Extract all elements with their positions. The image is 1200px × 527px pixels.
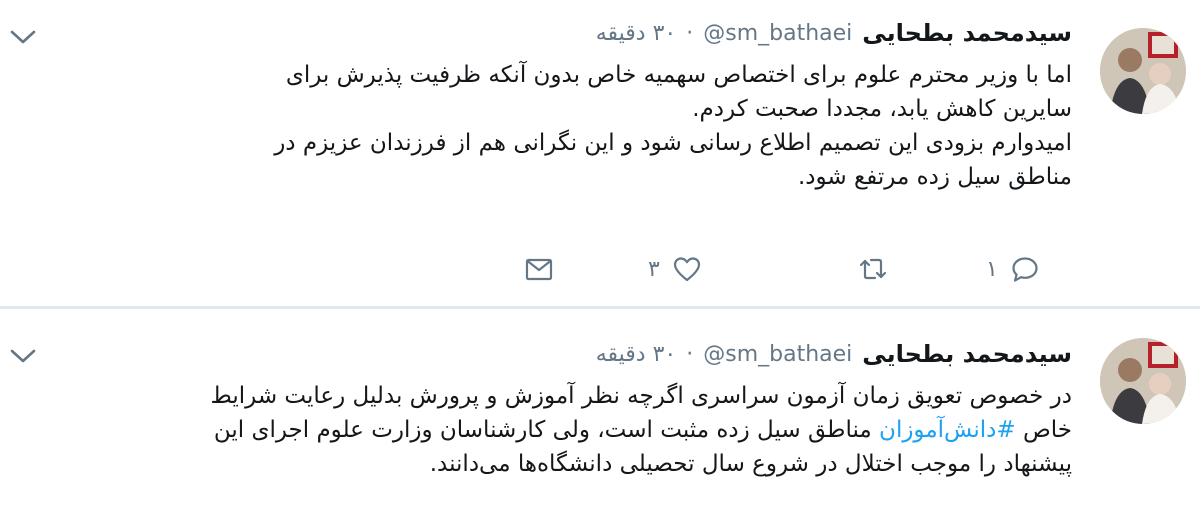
avatar-photo <box>1100 28 1186 114</box>
separator-dot: · <box>686 341 694 367</box>
message-button[interactable] <box>524 252 554 286</box>
like-button[interactable]: ۳ <box>648 252 702 286</box>
tweet-text: در خصوص تعویق زمان آزمون سراسری اگرچه نظ… <box>34 379 1073 481</box>
tweet-text: اما با وزیر محترم علوم برای اختصاص سهمیه… <box>34 58 1072 194</box>
tweet-line: سایرین کاهش یابد، مجددا صحبت کردم. <box>692 96 1072 122</box>
retweet-icon <box>858 254 888 284</box>
tweet-line: اما با وزیر محترم علوم برای اختصاص سهمیه… <box>285 62 1072 88</box>
tweet-header: سیدمحمد بطحایی @sm_bathaei · ۳۰ دقیقه <box>596 337 1072 371</box>
chevron-down-icon[interactable] <box>8 345 38 367</box>
tweet-line: مناطق سیل زده مرتفع شود. <box>797 164 1072 190</box>
tweet-actions: ۳ ۱ <box>0 252 1200 286</box>
text-segment: خاص <box>1015 417 1072 443</box>
author-name[interactable]: سیدمحمد بطحایی <box>862 19 1072 47</box>
tweet[interactable]: سیدمحمد بطحایی @sm_bathaei · ۳۰ دقیقه در… <box>0 309 1200 527</box>
chevron-down-icon[interactable] <box>8 26 38 48</box>
tweet-header: سیدمحمد بطحایی @sm_bathaei · ۳۰ دقیقه <box>596 16 1072 50</box>
retweet-button[interactable] <box>858 252 888 286</box>
separator-dot: · <box>686 20 694 46</box>
timestamp[interactable]: ۳۰ دقیقه <box>596 21 677 46</box>
avatar[interactable] <box>1100 338 1186 424</box>
author-handle[interactable]: @sm_bathaei <box>703 342 852 367</box>
reply-count: ۱ <box>986 256 998 282</box>
tweet-line: امیدوارم بزودی این تصمیم اطلاع رسانی شود… <box>274 130 1072 156</box>
tweet-line: خاص #دانش‌آموزان مناطق سیل زده مثبت است،… <box>34 413 1072 447</box>
tweet[interactable]: سیدمحمد بطحایی @sm_bathaei · ۳۰ دقیقه ام… <box>0 0 1200 306</box>
tweet-line: پیشنهاد را موجب اختلال در شروع سال تحصیل… <box>429 451 1072 477</box>
text-segment: مناطق سیل زده مثبت است، ولی کارشناسان وز… <box>213 417 880 443</box>
author-name[interactable]: سیدمحمد بطحایی <box>862 340 1072 368</box>
avatar[interactable] <box>1100 28 1186 114</box>
envelope-icon <box>524 254 554 284</box>
timestamp[interactable]: ۳۰ دقیقه <box>596 342 677 367</box>
avatar-photo <box>1100 338 1186 424</box>
reply-button[interactable]: ۱ <box>986 252 1040 286</box>
hashtag-link[interactable]: #دانش‌آموزان <box>879 417 1016 443</box>
author-handle[interactable]: @sm_bathaei <box>703 21 852 46</box>
reply-icon <box>1010 254 1040 284</box>
heart-icon <box>672 254 702 284</box>
tweet-line: در خصوص تعویق زمان آزمون سراسری اگرچه نظ… <box>210 383 1073 409</box>
like-count: ۳ <box>648 256 660 282</box>
